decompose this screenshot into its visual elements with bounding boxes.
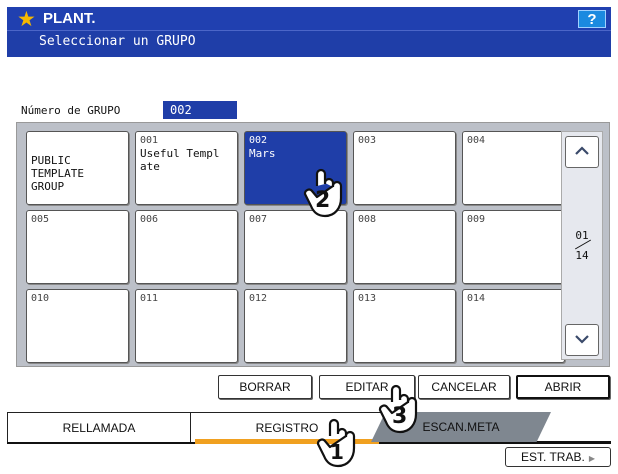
scroll-down-button[interactable]: [565, 324, 599, 356]
group-tile-name: Useful Templ ate: [140, 147, 220, 173]
group-tile[interactable]: 003: [353, 131, 456, 205]
group-tile-name: Mars: [249, 147, 276, 160]
step-number: 1: [330, 440, 344, 464]
header-bar: ★ PLANT. ? Seleccionar un GRUPO: [7, 7, 611, 57]
step-number: 3: [392, 404, 408, 429]
tab-recall[interactable]: RELLAMADA: [7, 412, 191, 442]
group-tile-number: 012: [249, 293, 268, 304]
help-button[interactable]: ?: [578, 10, 606, 28]
bottom-tabs: RELLAMADA REGISTRO ESCAN.META: [7, 408, 611, 444]
group-tile-public[interactable]: PUBLIC TEMPLATE GROUP: [26, 131, 129, 205]
screen-subtitle: Seleccionar un GRUPO: [39, 34, 196, 49]
group-tile[interactable]: 004: [462, 131, 565, 205]
page-current: 01: [575, 229, 589, 242]
group-tile-number: 003: [358, 135, 377, 146]
group-tile[interactable]: 010: [26, 289, 129, 363]
group-grid-panel: PUBLIC TEMPLATE GROUP 001 Useful Templ a…: [16, 122, 610, 367]
group-tile-number: 008: [358, 214, 377, 225]
tab-register-label: REGISTRO: [255, 421, 319, 435]
step-hand-icon: 1: [316, 418, 364, 470]
group-tile[interactable]: 011: [135, 289, 238, 363]
group-tile[interactable]: 006: [135, 210, 238, 284]
cancel-button[interactable]: CANCELAR: [418, 375, 510, 399]
group-tile[interactable]: 013: [353, 289, 456, 363]
chevron-up-icon: [574, 144, 590, 160]
group-tile[interactable]: 007: [244, 210, 347, 284]
group-tile[interactable]: 009: [462, 210, 565, 284]
group-tile-number: 009: [467, 214, 486, 225]
job-status-button[interactable]: EST. TRAB. ▶: [505, 447, 611, 467]
group-tile-number: 006: [140, 214, 159, 225]
group-tile-name: PUBLIC TEMPLATE GROUP: [31, 154, 84, 193]
step-hand-icon: 3: [378, 384, 426, 436]
group-tile-number: 013: [358, 293, 377, 304]
group-tile[interactable]: 012: [244, 289, 347, 363]
group-tile-number: 011: [140, 293, 159, 304]
page-total: 14: [575, 249, 589, 262]
group-tile-number: 014: [467, 293, 486, 304]
group-number-field: 002: [163, 101, 237, 119]
group-tile-number: 004: [467, 135, 486, 146]
group-tile-number: 002: [249, 135, 268, 146]
group-tile[interactable]: 001 Useful Templ ate: [135, 131, 238, 205]
step-number: 2: [315, 188, 331, 213]
triangle-right-icon: ▶: [588, 454, 595, 463]
group-tile-number: 001: [140, 135, 159, 146]
delete-button[interactable]: BORRAR: [218, 375, 312, 399]
group-number-label: Número de GRUPO: [21, 104, 121, 117]
group-tile[interactable]: 005: [26, 210, 129, 284]
group-tile-number: 005: [31, 214, 50, 225]
app-title: PLANT.: [43, 10, 96, 27]
group-tile[interactable]: 008: [353, 210, 456, 284]
star-icon: ★: [17, 7, 36, 31]
open-button[interactable]: ABRIR: [516, 375, 610, 399]
chevron-down-icon: [574, 332, 590, 348]
job-status-label: EST. TRAB.: [521, 450, 585, 464]
step-hand-icon: 2: [303, 168, 351, 220]
pager-column: 01 14: [561, 131, 603, 360]
group-tile[interactable]: 014: [462, 289, 565, 363]
scroll-up-button[interactable]: [565, 136, 599, 168]
title-row: ★ PLANT. ?: [7, 7, 611, 31]
group-tile-number: 010: [31, 293, 50, 304]
